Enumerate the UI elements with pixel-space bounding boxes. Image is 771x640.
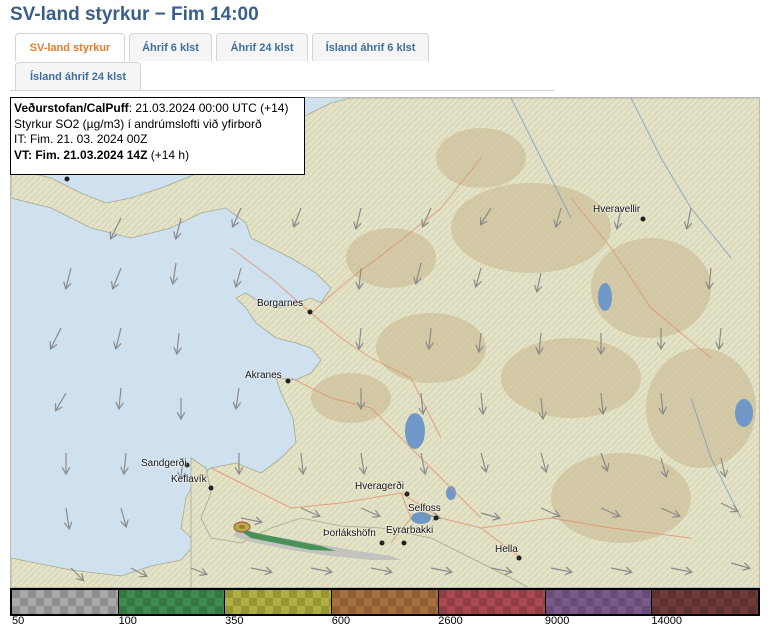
source-label: Veðurstofan/CalPuff: [14, 101, 129, 115]
legend-label: 350: [225, 615, 244, 627]
tab-divider: [10, 90, 554, 91]
legend-label: 2600: [438, 615, 463, 627]
forecast-info-box: Veðurstofan/CalPuff: 21.03.2024 00:00 UT…: [10, 97, 305, 175]
tab-island-ahrif-24-klst[interactable]: Ísland áhrif 24 klst: [15, 62, 141, 90]
place-label: Hella: [495, 544, 518, 555]
info-line-valid-time: VT: Fim. 21.03.2024 14Z (+14 h): [14, 148, 301, 164]
legend-swatch: [332, 590, 439, 614]
legend-swatch: [118, 590, 226, 614]
legend-label: 600: [331, 615, 351, 627]
tab-sv-land-styrkur[interactable]: SV-land styrkur: [15, 33, 125, 61]
concentration-legend: [10, 588, 760, 616]
legend-swatch: [12, 590, 119, 614]
place-label: Þorlákshöfn: [323, 528, 376, 539]
place-label: Borgarnes: [257, 298, 304, 309]
legend-label: 9000: [544, 615, 570, 627]
legend-label: 50: [12, 615, 25, 627]
place-label: Sandgerði: [141, 458, 187, 469]
source-value: : 21.03.2024 00:00 UTC (+14): [128, 101, 289, 115]
legend-swatch: [225, 590, 333, 614]
info-line-initial-time: IT: Fim. 21. 03. 2024 00Z: [14, 132, 148, 146]
legend-swatch: [652, 590, 759, 614]
place-label: Hveravellir: [593, 204, 641, 215]
info-line-quantity: Styrkur SO2 (µg/m3) í andrúmslofti við y…: [14, 116, 262, 131]
info-line-source: Veðurstofan/CalPuff: 21.03.2024 00:00 UT…: [14, 101, 301, 117]
legend-label: 100: [118, 615, 137, 627]
place-label: Selfoss: [408, 503, 441, 514]
page-title: SV-land styrkur − Fim 14:00: [10, 4, 259, 25]
valid-time-value: (+14 h): [147, 147, 190, 162]
tab-ahrif-24-klst[interactable]: Áhrif 24 klst: [216, 33, 308, 61]
place-label: Eyrarbakki: [386, 525, 434, 536]
valid-time-label: VT: Fim. 21.03.2024 14Z: [14, 147, 148, 162]
tab-ahrif-6-klst[interactable]: Áhrif 6 klst: [129, 33, 212, 61]
legend-swatch: [545, 590, 653, 614]
place-label: Hveragerði: [355, 481, 404, 492]
legend-label: 14000: [651, 615, 683, 627]
legend-swatch: [438, 590, 546, 614]
place-label: Akranes: [245, 370, 282, 381]
place-label: Keflavík: [171, 474, 207, 485]
tab-island-ahrif-6-klst[interactable]: Ísland áhrif 6 klst: [312, 33, 429, 61]
